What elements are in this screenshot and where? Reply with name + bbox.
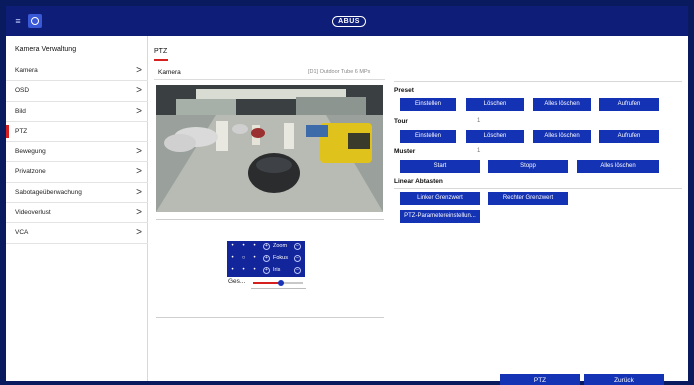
sidebar-item-label: Bild: [15, 107, 26, 115]
chevron-right-icon: >: [136, 85, 142, 97]
tour-delete-button[interactable]: Löschen: [466, 130, 524, 143]
preset-title: Preset: [394, 87, 414, 94]
sidebar-item-bewegung[interactable]: Bewegung >: [6, 142, 148, 163]
brand-logo: ABUS: [332, 16, 366, 27]
ptz-up-right[interactable]: •: [250, 242, 259, 251]
iris-control: + Iris −: [263, 266, 303, 275]
sidebar-item-label: Bewegung: [15, 148, 46, 156]
chevron-right-icon: >: [136, 186, 142, 198]
camera-label: Kamera: [158, 69, 181, 76]
sidebar-item-vca[interactable]: VCA >: [6, 223, 148, 244]
ptz-right[interactable]: •: [250, 254, 259, 263]
sidebar-item-label: Sabotageüberwachung: [15, 188, 82, 196]
chevron-right-icon: >: [136, 227, 142, 239]
menu-icon[interactable]: ≡: [12, 16, 24, 26]
tour-title: Tour: [394, 118, 408, 125]
live-video-view[interactable]: [156, 85, 383, 212]
zoom-control: + Zoom −: [263, 242, 303, 251]
divider: [156, 219, 384, 220]
sidebar-list: Kamera > OSD > Bild > PTZ Bewegung > Privatz…: [6, 61, 148, 244]
preset-delete-button[interactable]: Löschen: [466, 98, 524, 111]
pattern-title: Muster: [394, 148, 416, 155]
sidebar-item-label: Kamera: [15, 67, 38, 74]
ptz-left[interactable]: •: [228, 254, 237, 263]
home-icon[interactable]: [28, 14, 42, 28]
divider: [394, 81, 682, 82]
tab-ptz[interactable]: PTZ: [154, 48, 167, 55]
zoom-in-icon[interactable]: +: [263, 243, 270, 250]
sidebar-item-label: PTZ: [15, 127, 28, 135]
sidebar-item-privatzone[interactable]: Privatzone >: [6, 162, 148, 183]
preset-delete-all-button[interactable]: Alles löschen: [533, 98, 591, 111]
ptz-down-left[interactable]: •: [228, 266, 237, 275]
iris-label: Iris: [273, 267, 281, 273]
preset-set-button[interactable]: Einstellen: [400, 98, 456, 111]
pattern-start-button[interactable]: Start: [400, 160, 480, 173]
speed-label: Ges...: [228, 278, 246, 285]
divider: [394, 188, 682, 189]
ptz-auto-icon[interactable]: ○: [239, 254, 248, 263]
sidebar-item-label: Videoverlust: [15, 209, 51, 217]
sidebar-item-sabotage[interactable]: Sabotageüberwachung >: [6, 183, 148, 204]
speed-slider[interactable]: [253, 280, 303, 286]
ptz-control-pad: • • • • ○ • • • • + Zoom − + Fokus − + I…: [227, 241, 305, 277]
ptz-parameter-settings-button[interactable]: PTZ-Parametereinstellun...: [400, 210, 480, 223]
chevron-right-icon: >: [136, 146, 142, 158]
chevron-right-icon: >: [136, 166, 142, 178]
ptz-down-right[interactable]: •: [250, 266, 259, 275]
sidebar-item-bild[interactable]: Bild >: [6, 102, 148, 122]
ptz-button[interactable]: PTZ: [500, 374, 580, 385]
sidebar-item-videoverlust[interactable]: Videoverlust >: [6, 203, 148, 224]
sidebar-item-osd[interactable]: OSD >: [6, 81, 148, 102]
app-window: ≡ ABUS Kamera Verwaltung Kamera > OSD > Bi…: [6, 6, 688, 385]
focus-control: + Fokus −: [263, 254, 303, 263]
sidebar-item-label: VCA: [15, 229, 29, 237]
preset-call-button[interactable]: Aufrufen: [599, 98, 659, 111]
pattern-number: 1: [477, 148, 481, 154]
sidebar-item-label: Privatzone: [15, 168, 46, 176]
left-limit-button[interactable]: Linker Grenzwert: [400, 192, 480, 205]
right-limit-button[interactable]: Rechter Grenzwert: [488, 192, 568, 205]
tour-number: 1: [477, 118, 481, 124]
camera-row: Kamera [D1] Outdoor Tube 6 MPx: [154, 67, 385, 80]
sidebar-item-ptz[interactable]: PTZ: [6, 122, 148, 143]
iris-minus-icon[interactable]: −: [294, 267, 301, 274]
camera-value: [D1] Outdoor Tube 6 MPx: [308, 69, 371, 75]
divider: [156, 317, 384, 318]
pattern-delete-all-button[interactable]: Alles löschen: [577, 160, 659, 173]
chevron-right-icon: >: [136, 65, 142, 76]
sidebar-title: Kamera Verwaltung: [15, 46, 77, 53]
focus-label: Fokus: [273, 255, 288, 261]
linear-scan-title: Linear Abtasten: [394, 178, 443, 185]
focus-minus-icon[interactable]: −: [294, 255, 301, 262]
tour-set-button[interactable]: Einstellen: [400, 130, 456, 143]
zoom-out-icon[interactable]: −: [294, 243, 301, 250]
iris-plus-icon[interactable]: +: [263, 267, 270, 274]
ptz-up[interactable]: •: [239, 242, 248, 251]
chevron-right-icon: >: [136, 105, 142, 117]
top-bar: ≡ ABUS: [6, 6, 688, 36]
tour-delete-all-button[interactable]: Alles löschen: [533, 130, 591, 143]
main-panel: PTZ Kamera [D1] Outdoor Tube 6 MPx • • •…: [148, 36, 688, 385]
speed-slider-fill: [253, 282, 281, 284]
back-button[interactable]: Zurück: [584, 374, 664, 385]
sidebar-item-kamera[interactable]: Kamera >: [6, 61, 148, 82]
ptz-up-left[interactable]: •: [228, 242, 237, 251]
divider: [251, 288, 306, 289]
pattern-stop-button[interactable]: Stopp: [488, 160, 568, 173]
speed-slider-handle[interactable]: [277, 280, 284, 286]
tour-call-button[interactable]: Aufrufen: [599, 130, 659, 143]
tab-underline: [154, 59, 168, 61]
sidebar: Kamera Verwaltung Kamera > OSD > Bild > PTZ…: [6, 36, 148, 381]
chevron-right-icon: >: [136, 207, 142, 219]
focus-plus-icon[interactable]: +: [263, 255, 270, 262]
zoom-label: Zoom: [273, 243, 288, 249]
ptz-down[interactable]: •: [239, 266, 248, 275]
sidebar-item-label: OSD: [15, 87, 30, 95]
